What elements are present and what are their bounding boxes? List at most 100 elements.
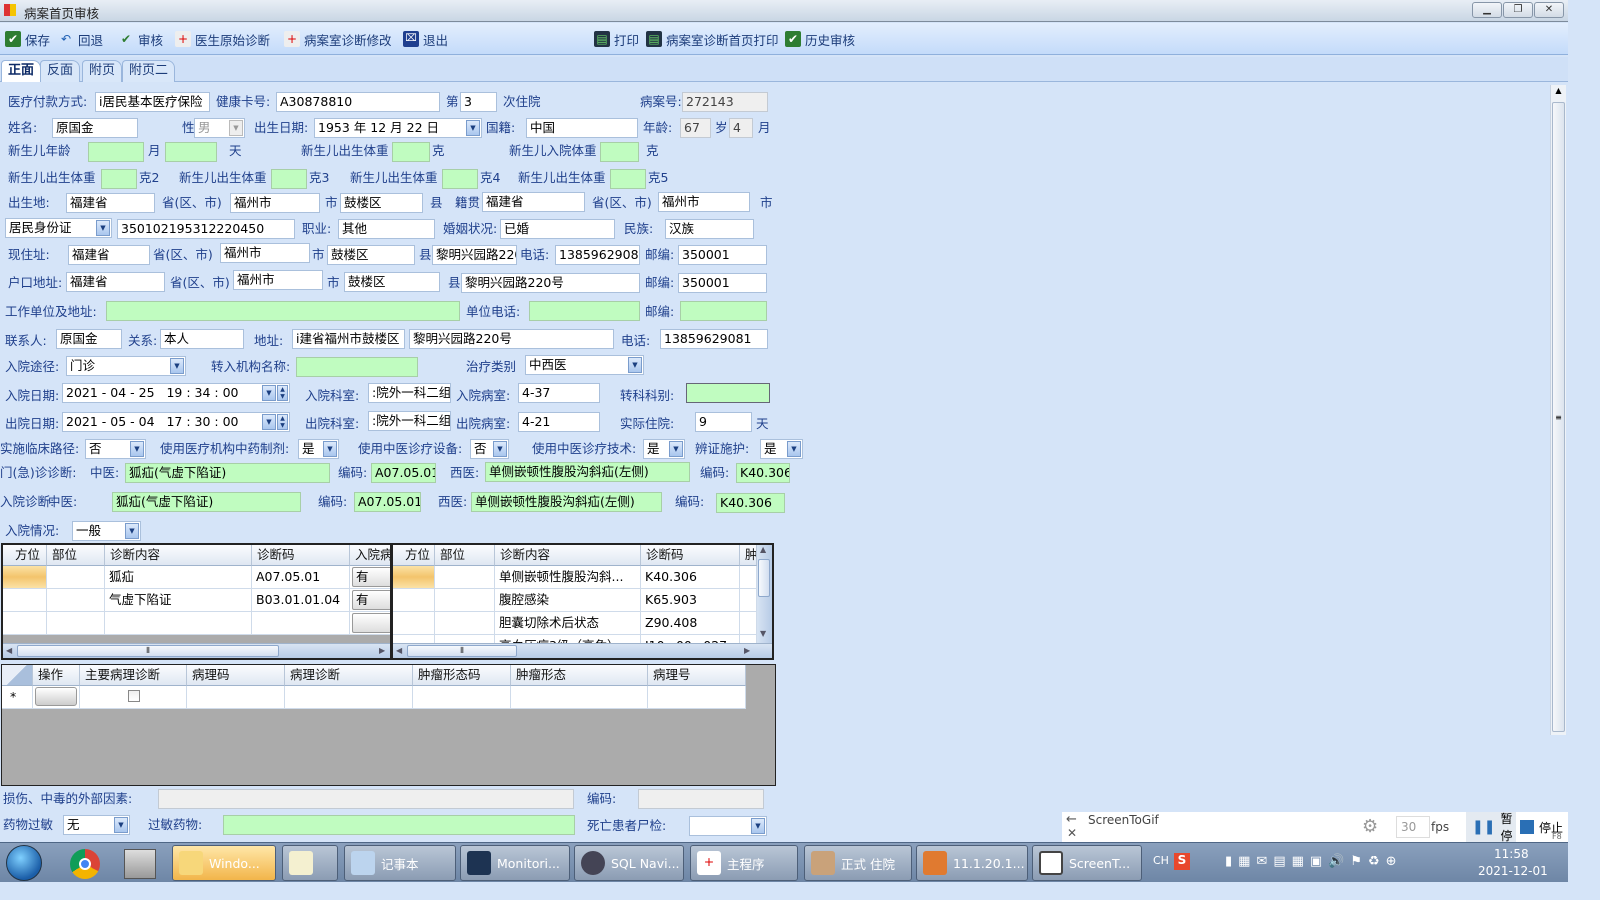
record-no-field[interactable]: 272143	[682, 92, 768, 112]
column-header[interactable]: 方位	[3, 545, 47, 566]
chevron-down-icon[interactable]: ▼	[493, 441, 507, 457]
scroll-up-arrow[interactable]: ▲	[1552, 86, 1565, 100]
cell[interactable]	[105, 612, 252, 635]
column-header[interactable]: 诊断内容	[105, 545, 252, 566]
cell[interactable]	[47, 589, 105, 612]
column-header[interactable]: 部位	[435, 545, 495, 566]
newborn-weight-2-field[interactable]	[101, 169, 137, 189]
current-street-field[interactable]: 黎明兴园路220号	[432, 245, 517, 265]
chevron-down-icon[interactable]: ▼	[751, 818, 765, 834]
hukou-zip-field[interactable]: 350001	[678, 273, 767, 293]
gear-icon[interactable]: ⚙	[1362, 816, 1378, 837]
taskbar-item-windows[interactable]: Windo...	[172, 845, 276, 881]
admit-ward-field[interactable]: 4-37	[518, 383, 600, 403]
chevron-down-icon[interactable]: ▼	[125, 523, 139, 539]
age-months-field[interactable]: 4	[729, 118, 753, 138]
drug-allergy-select[interactable]: 无 ▼	[63, 815, 130, 835]
chevron-down-icon[interactable]: ▼	[669, 441, 683, 457]
spinner-icon[interactable]: ▲ ▼	[277, 385, 288, 401]
id-number-field[interactable]: 350102195312220450	[117, 219, 295, 239]
cell[interactable]	[435, 612, 495, 635]
admit-condition-select[interactable]: 一般 ▼	[72, 521, 141, 541]
admit-status-button[interactable]	[352, 613, 390, 633]
syndrome-care-select[interactable]: 是 ▼	[760, 439, 803, 459]
treatment-type-select[interactable]: 中西医 ▼	[525, 355, 644, 375]
scroll-right-arrow[interactable]: ▶	[379, 644, 385, 658]
cell[interactable]: K40.306	[641, 566, 740, 589]
chevron-down-icon[interactable]: ▼	[628, 357, 642, 373]
cell[interactable]	[47, 612, 105, 635]
taskbar-item-notepad[interactable]: 记事本	[344, 845, 456, 881]
scroll-thumb[interactable]: ≡	[1552, 102, 1565, 732]
back-arrow-icon[interactable]: ←	[1066, 812, 1077, 827]
injury-code-field[interactable]	[638, 789, 764, 809]
cell[interactable]	[435, 566, 495, 589]
sogou-icon[interactable]: S	[1174, 853, 1190, 870]
current-province-field[interactable]: 福建省	[68, 245, 150, 265]
table-row[interactable]: 高血压病3级（高危） I10.x00.x027	[393, 635, 757, 643]
ethnicity-field[interactable]: 汉族	[665, 219, 754, 239]
language-indicator[interactable]: CH	[1153, 854, 1169, 867]
column-header[interactable]: 诊断内容	[495, 545, 641, 566]
scroll-down-arrow[interactable]: ▼	[760, 629, 766, 638]
doctor-diagnosis-button[interactable]: + 医生原始诊断	[175, 29, 270, 49]
clinical-path-select[interactable]: 否 ▼	[85, 439, 146, 459]
tab-appendix-2[interactable]: 附页二	[122, 60, 176, 82]
admit-wm-field[interactable]: 单侧嵌顿性腹股沟斜疝(左侧)	[471, 492, 662, 512]
chevron-down-icon[interactable]: ▼	[114, 817, 128, 833]
newborn-birth-weight-field[interactable]	[392, 142, 430, 162]
pause-button[interactable]: ❚❚ 暂停	[1466, 812, 1516, 843]
birthplace-city-field[interactable]: 福州市	[230, 193, 320, 213]
close-button[interactable]: ✕	[1534, 2, 1564, 18]
admit-wm-code-field[interactable]: K40.306	[716, 493, 785, 513]
taskbar-item-main-program[interactable]: + 主程序	[690, 845, 798, 881]
tcm-prep-select[interactable]: 是 ▼	[298, 439, 339, 459]
exit-button[interactable]: ⌧ 退出	[403, 29, 448, 49]
cell[interactable]	[435, 589, 495, 612]
vertical-scrollbar[interactable]: ▲ ≡	[1550, 85, 1566, 735]
cell[interactable]	[413, 686, 511, 709]
column-header[interactable]: 方位	[393, 545, 435, 566]
contact-address-field-1[interactable]: i建省福州市鼓楼区	[292, 329, 405, 349]
outpatient-tcm-code-field[interactable]: A07.05.01	[371, 463, 436, 483]
column-header[interactable]: 病理诊断	[285, 665, 413, 686]
cell[interactable]: A07.05.01	[252, 566, 350, 589]
clock-time[interactable]: 11:58	[1494, 847, 1529, 861]
column-header[interactable]: 病理码	[187, 665, 285, 686]
cell[interactable]: 有	[350, 566, 390, 589]
close-icon[interactable]: ✕	[1067, 826, 1077, 840]
clock-date[interactable]: 2021-12-01	[1478, 864, 1548, 878]
newborn-admit-weight-field[interactable]	[600, 142, 639, 162]
allergy-drugs-field[interactable]	[223, 815, 575, 835]
admit-dept-field[interactable]: :院外一科二组	[368, 383, 451, 403]
age-years-field[interactable]: 67	[680, 118, 711, 138]
birthplace-county-field[interactable]: 鼓楼区	[340, 193, 423, 213]
contact-phone-field[interactable]: 13859629081	[660, 329, 768, 349]
cell[interactable]: I10.x00.x027	[641, 635, 740, 643]
cell[interactable]: 狐疝	[105, 566, 252, 589]
cell[interactable]: 气虚下陷证	[105, 589, 252, 612]
cell[interactable]: 单侧嵌顿性腹股沟斜...	[495, 566, 641, 589]
chevron-down-icon[interactable]: ▼	[130, 441, 144, 457]
cell[interactable]	[33, 686, 80, 709]
cell[interactable]	[285, 686, 413, 709]
birth-date-picker[interactable]: 1953 年 12 月 22 日 ▼	[314, 118, 482, 138]
cell[interactable]: K65.903	[641, 589, 740, 612]
gender-select[interactable]: 男 ▼	[194, 118, 245, 138]
transfer-org-field[interactable]	[296, 357, 418, 377]
cell[interactable]	[740, 589, 757, 612]
main-pathology-checkbox[interactable]	[128, 690, 140, 702]
name-field[interactable]: 原国金	[52, 118, 138, 138]
admit-date-picker[interactable]: 2021 - 04 - 25 19 : 34 : 00 ▼ ▲ ▼	[62, 383, 290, 403]
cell[interactable]	[740, 612, 757, 635]
current-county-field[interactable]: 鼓楼区	[327, 245, 415, 265]
taskbar-item-inpatient[interactable]: 正式 住院	[804, 845, 912, 881]
start-button[interactable]	[6, 845, 42, 881]
cell[interactable]: Z90.408	[641, 612, 740, 635]
hukou-province-field[interactable]: 福建省	[66, 272, 165, 292]
chevron-down-icon[interactable]: ▼	[96, 220, 110, 236]
phone-field[interactable]: 13859629081	[555, 245, 640, 265]
horizontal-scrollbar[interactable]: ◀ ⦀ ▶	[393, 643, 772, 658]
column-header[interactable]: 诊断码	[641, 545, 740, 566]
tab-appendix[interactable]: 附页	[82, 60, 123, 82]
